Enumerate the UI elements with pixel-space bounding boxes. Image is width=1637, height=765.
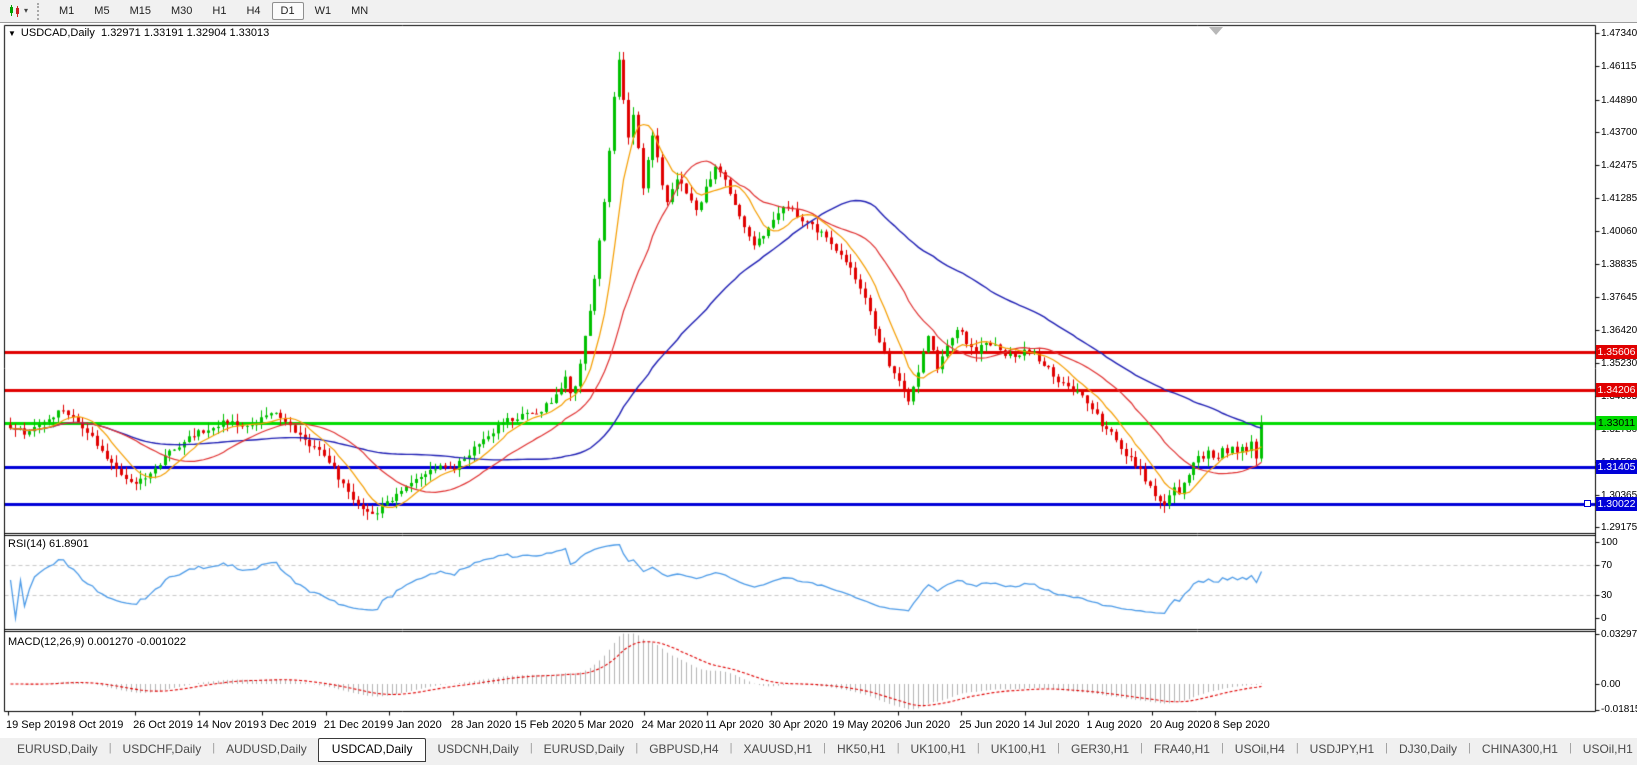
price-axis-label: 1.37645 bbox=[1601, 292, 1637, 303]
chart-tab-ger30-h1[interactable]: GER30,H1 bbox=[1060, 739, 1140, 760]
chart-type-button[interactable]: ▾ bbox=[5, 3, 31, 19]
chart-tab-dj30-daily[interactable]: DJ30,Daily bbox=[1388, 739, 1468, 760]
symbol-name: USDCAD,Daily bbox=[21, 27, 95, 39]
chart-tab-usdchf-daily[interactable]: USDCHF,Daily bbox=[112, 739, 213, 760]
support-line-badge: 1.31405 bbox=[1596, 460, 1637, 474]
date-axis-label: 19 Sep 2019 bbox=[6, 719, 68, 731]
macd-axis-label: -0.018154 bbox=[1601, 704, 1637, 715]
mt4-terminal: { "toolbar": { "chart_icon": "candlestic… bbox=[0, 0, 1637, 765]
chart-tab-fra40-h1[interactable]: FRA40,H1 bbox=[1143, 739, 1221, 760]
resistance-line-badge: 1.35606 bbox=[1596, 345, 1637, 359]
date-axis-label: 15 Feb 2020 bbox=[514, 719, 576, 731]
macd-axis-label: 0.00 bbox=[1601, 679, 1620, 690]
timeframe-button-h1[interactable]: H1 bbox=[203, 2, 235, 20]
rsi-indicator-name: RSI(14) bbox=[8, 538, 46, 550]
timeframe-button-w1[interactable]: W1 bbox=[306, 2, 341, 20]
rsi-axis-label: 30 bbox=[1601, 590, 1612, 601]
price-axis-label: 1.44890 bbox=[1601, 95, 1637, 106]
chart-tab-uk100-h1[interactable]: UK100,H1 bbox=[980, 739, 1057, 760]
price-axis-label: 1.36420 bbox=[1601, 325, 1637, 336]
date-axis-label: 11 Apr 2020 bbox=[705, 719, 764, 731]
timeframe-button-mn[interactable]: MN bbox=[342, 2, 377, 20]
chart-tab-usdcad-daily[interactable]: USDCAD,Daily bbox=[318, 738, 427, 762]
chart-tab-eurusd-daily[interactable]: EURUSD,Daily bbox=[533, 739, 636, 760]
price-axis-label: 1.41285 bbox=[1601, 193, 1637, 204]
chart-tab-usoil-h4[interactable]: USOil,H4 bbox=[1224, 739, 1296, 760]
date-axis-label: 24 Mar 2020 bbox=[642, 719, 704, 731]
date-axis-label: 1 Aug 2020 bbox=[1086, 719, 1142, 731]
price-axis-label: 1.43700 bbox=[1601, 127, 1637, 138]
date-axis-label: 3 Dec 2019 bbox=[260, 719, 316, 731]
ohlc-close: 1.33013 bbox=[230, 27, 270, 39]
resistance-line-badge: 1.34206 bbox=[1596, 383, 1637, 397]
price-axis-label: 1.29175 bbox=[1601, 522, 1637, 533]
macd-signal-value: -0.001022 bbox=[136, 636, 186, 648]
date-axis-label: 9 Jan 2020 bbox=[387, 719, 441, 731]
current-price-line-badge: 1.33011 bbox=[1596, 416, 1637, 430]
price-axis-label: 1.42475 bbox=[1601, 160, 1637, 171]
macd-main-value: 0.001270 bbox=[87, 636, 133, 648]
timeframe-button-h4[interactable]: H4 bbox=[237, 2, 269, 20]
chart-tab-uk100-h1[interactable]: UK100,H1 bbox=[900, 739, 977, 760]
chart-tab-xauusd-h1[interactable]: XAUUSD,H1 bbox=[732, 739, 823, 760]
price-axis-label: 1.46115 bbox=[1601, 61, 1636, 72]
chart-tab-gbpusd-h4[interactable]: GBPUSD,H4 bbox=[638, 739, 729, 760]
toolbar: ▾ M1M5M15M30H1H4D1W1MN bbox=[0, 0, 1637, 23]
rsi-label: RSI(14) 61.8901 bbox=[8, 538, 89, 550]
macd-label: MACD(12,26,9) 0.001270 -0.001022 bbox=[8, 636, 186, 648]
trendline-handle[interactable] bbox=[1584, 500, 1591, 507]
symbol-header: ▼ USDCAD,Daily 1.32971 1.33191 1.32904 1.… bbox=[8, 27, 269, 39]
candlestick-chart-icon bbox=[8, 4, 23, 18]
chart-window: ▼ USDCAD,Daily 1.32971 1.33191 1.32904 1.… bbox=[0, 23, 1637, 737]
timeframe-button-d1[interactable]: D1 bbox=[272, 2, 304, 20]
macd-axis-label: 0.032972 bbox=[1601, 629, 1637, 640]
date-axis-label: 26 Oct 2019 bbox=[133, 719, 193, 731]
date-axis-label: 14 Nov 2019 bbox=[197, 719, 259, 731]
rsi-axis-label: 0 bbox=[1601, 613, 1607, 624]
date-axis-label: 8 Sep 2020 bbox=[1213, 719, 1269, 731]
date-axis-label: 5 Mar 2020 bbox=[578, 719, 634, 731]
ohlc-open: 1.32971 bbox=[101, 27, 141, 39]
price-axis-label: 1.47340 bbox=[1601, 28, 1637, 39]
rsi-axis-label: 100 bbox=[1601, 537, 1618, 548]
timeframe-button-m1[interactable]: M1 bbox=[50, 2, 83, 20]
timeframe-button-group: M1M5M15M30H1H4D1W1MN bbox=[49, 2, 378, 20]
chart-tab-usoil-h1[interactable]: USOil,H1 bbox=[1572, 739, 1637, 760]
rsi-current-value: 61.8901 bbox=[49, 538, 89, 550]
ohlc-high: 1.33191 bbox=[144, 27, 184, 39]
chart-shift-marker-icon[interactable] bbox=[1209, 27, 1223, 35]
chart-tab-bar: EURUSD,Daily|USDCHF,Daily|AUDUSD,DailyUS… bbox=[0, 738, 1637, 765]
support-line-badge: 1.30022 bbox=[1596, 497, 1637, 511]
rsi-axis-label: 70 bbox=[1601, 560, 1612, 571]
ohlc-low: 1.32904 bbox=[187, 27, 227, 39]
chart-tab-eurusd-daily[interactable]: EURUSD,Daily bbox=[6, 739, 109, 760]
chart-tab-audusd-daily[interactable]: AUDUSD,Daily bbox=[215, 739, 318, 760]
date-axis-label: 21 Dec 2019 bbox=[324, 719, 386, 731]
price-axis-label: 1.38835 bbox=[1601, 259, 1637, 270]
chart-tab-usdcnh-daily[interactable]: USDCNH,Daily bbox=[426, 739, 529, 760]
timeframe-button-m5[interactable]: M5 bbox=[85, 2, 118, 20]
price-axis-label: 1.40060 bbox=[1601, 226, 1637, 237]
date-axis-label: 30 Apr 2020 bbox=[769, 719, 828, 731]
date-axis-label: 19 May 2020 bbox=[832, 719, 896, 731]
timeframe-button-m30[interactable]: M30 bbox=[162, 2, 201, 20]
date-axis-label: 20 Aug 2020 bbox=[1150, 719, 1212, 731]
date-axis-label: 6 Jun 2020 bbox=[896, 719, 950, 731]
date-axis-label: 28 Jan 2020 bbox=[451, 719, 512, 731]
chart-tab-china300-h1[interactable]: CHINA300,H1 bbox=[1471, 739, 1569, 760]
chart-tab-hk50-h1[interactable]: HK50,H1 bbox=[826, 739, 897, 760]
chevron-down-icon: ▾ bbox=[24, 7, 28, 15]
toolbar-grip[interactable] bbox=[37, 3, 41, 20]
date-axis-label: 25 Jun 2020 bbox=[959, 719, 1020, 731]
chart-canvas[interactable] bbox=[0, 23, 1637, 737]
chart-tab-usdjpy-h1[interactable]: USDJPY,H1 bbox=[1299, 739, 1385, 760]
macd-indicator-name: MACD(12,26,9) bbox=[8, 636, 84, 648]
date-axis-label: 8 Oct 2019 bbox=[70, 719, 124, 731]
date-axis-label: 14 Jul 2020 bbox=[1023, 719, 1080, 731]
timeframe-button-m15[interactable]: M15 bbox=[121, 2, 160, 20]
collapse-caret-icon[interactable]: ▼ bbox=[8, 29, 16, 38]
